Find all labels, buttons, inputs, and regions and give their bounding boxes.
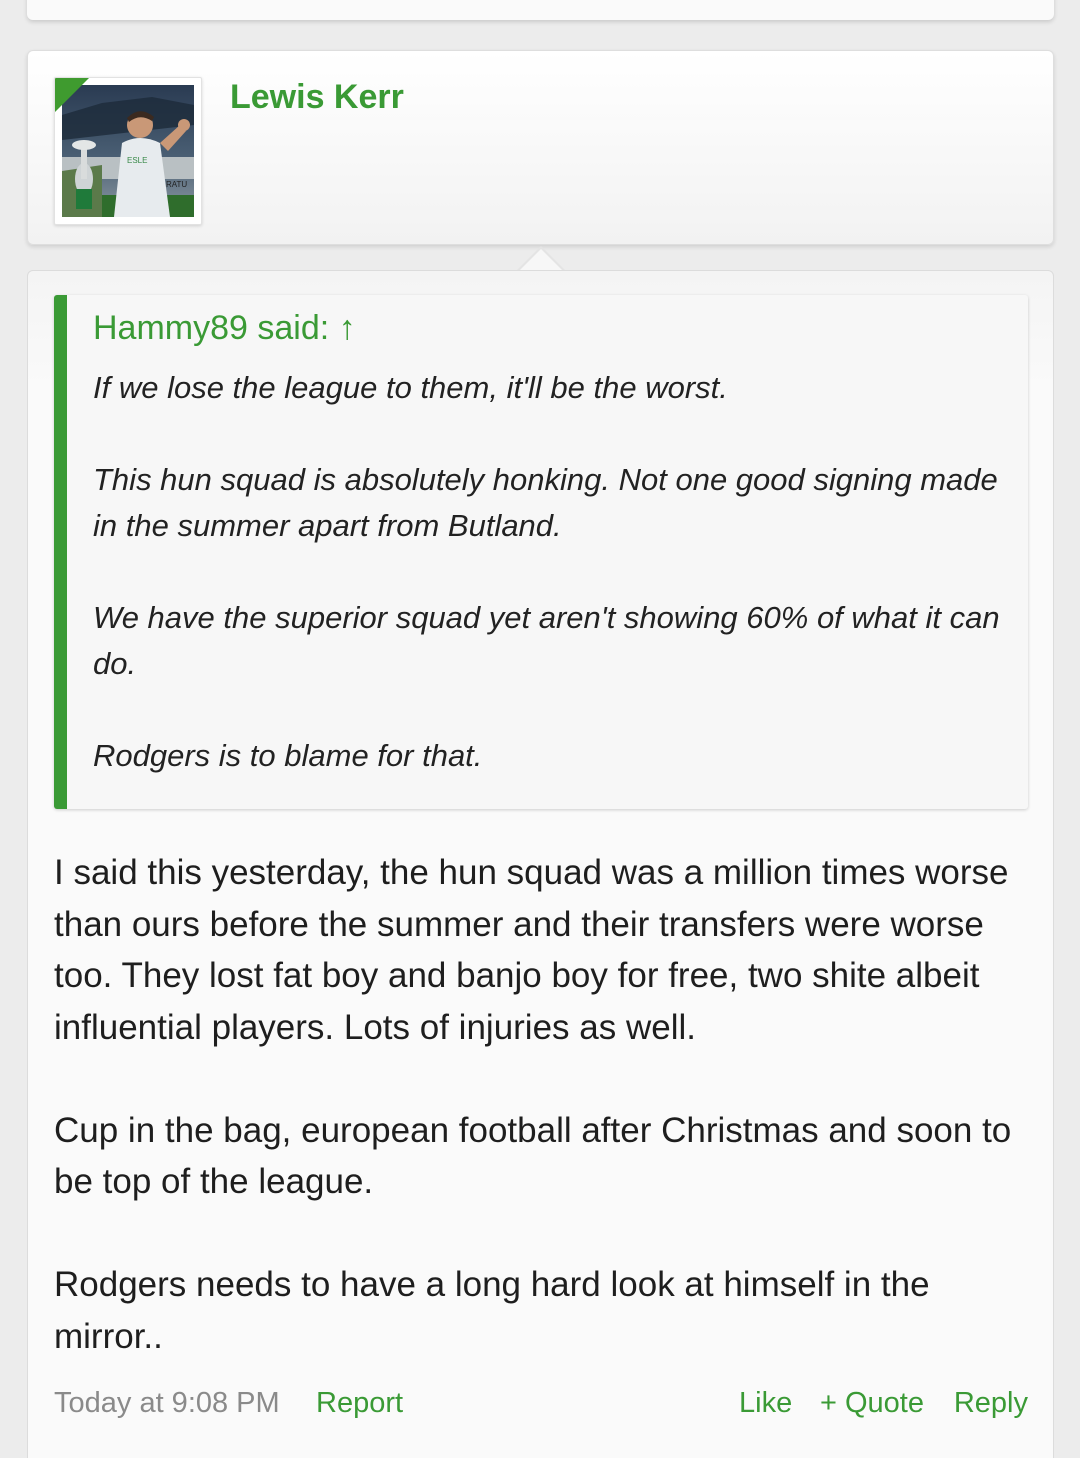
quote-block: Hammy89 said: ↑ If we lose the league to… bbox=[54, 295, 1028, 809]
post-footer: Today at 9:08 PM Report Like + Quote Rep… bbox=[54, 1385, 1028, 1429]
quote-paragraph: This hun squad is absolutely honking. No… bbox=[93, 462, 998, 543]
user-info-card: ESLE RATU Lewis Kerr bbox=[27, 50, 1054, 245]
quote-paragraph: Rodgers is to blame for that. bbox=[93, 738, 483, 773]
quote-body: If we lose the league to them, it'll be … bbox=[93, 365, 1013, 779]
previous-post-card bbox=[27, 0, 1054, 20]
staff-corner-badge bbox=[55, 78, 89, 112]
reply-button[interactable]: Reply bbox=[954, 1387, 1028, 1420]
quote-paragraph: We have the superior squad yet aren't sh… bbox=[93, 600, 1000, 681]
username-link[interactable]: Lewis Kerr bbox=[230, 78, 404, 117]
message-pointer-inner bbox=[519, 249, 563, 271]
quote-paragraph: If we lose the league to them, it'll be … bbox=[93, 370, 728, 405]
report-link[interactable]: Report bbox=[316, 1387, 403, 1420]
avatar[interactable]: ESLE RATU bbox=[54, 77, 202, 225]
message-paragraph: I said this yesterday, the hun squad was… bbox=[54, 853, 1009, 1047]
quote-button[interactable]: + Quote bbox=[820, 1387, 924, 1420]
svg-text:RATU: RATU bbox=[166, 180, 187, 189]
message-paragraph: Cup in the bag, european football after … bbox=[54, 1110, 1012, 1202]
message-body: I said this yesterday, the hun squad was… bbox=[54, 847, 1029, 1362]
quote-author-link[interactable]: Hammy89 said: ↑ bbox=[93, 309, 356, 348]
post-timestamp[interactable]: Today at 9:08 PM bbox=[54, 1387, 280, 1420]
svg-text:ESLE: ESLE bbox=[127, 156, 147, 165]
thread-page: ESLE RATU Lewis Kerr Hammy89 said: ↑ If … bbox=[0, 0, 1080, 1458]
message-paragraph: Rodgers needs to have a long hard look a… bbox=[54, 1265, 930, 1356]
like-button[interactable]: Like bbox=[739, 1387, 792, 1420]
